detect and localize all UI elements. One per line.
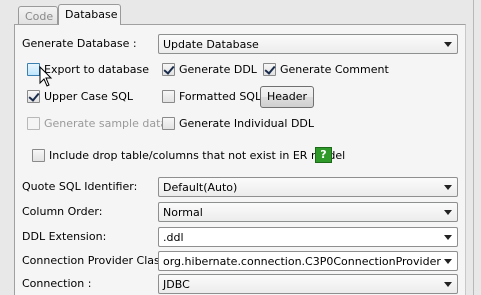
window-edge [473, 0, 474, 295]
generate-individual-ddl-label[interactable]: Generate Individual DDL [179, 117, 314, 131]
connection-label: Connection : [22, 277, 92, 290]
database-settings-window: Code Database Generate Database : Update… [0, 0, 481, 295]
ddl-extension-label: DDL Extension: [22, 230, 107, 243]
connection-provider-class-value[interactable]: org.hibernate.connection.C3P0ConnectionP… [163, 255, 441, 268]
connection-value: JDBC [163, 278, 190, 291]
generate-sample-data-checkbox [27, 117, 40, 130]
generate-ddl-label[interactable]: Generate DDL [179, 63, 257, 77]
header-button[interactable]: Header [260, 86, 314, 108]
generate-comment-checkbox[interactable] [263, 63, 276, 76]
generate-ddl-checkbox[interactable] [162, 63, 175, 76]
connection-provider-class-combo[interactable]: org.hibernate.connection.C3P0ConnectionP… [158, 251, 458, 271]
column-order-select[interactable]: Normal [158, 202, 458, 222]
generate-database-label: Generate Database : [22, 37, 137, 50]
column-order-label: Column Order: [22, 205, 103, 218]
help-question-icon[interactable]: ? [315, 147, 332, 163]
generate-comment-label[interactable]: Generate Comment [280, 63, 389, 77]
ddl-extension-combo[interactable]: .ddl [158, 227, 458, 247]
chevron-down-icon [444, 282, 452, 287]
quote-sql-identifier-select[interactable]: Default(Auto) [158, 177, 458, 197]
quote-sql-identifier-label: Quote SQL Identifier: [22, 180, 138, 193]
export-to-database-label[interactable]: Export to database [44, 63, 149, 77]
column-order-value: Normal [163, 206, 203, 219]
formatted-sql-checkbox[interactable] [162, 90, 175, 103]
ddl-extension-value[interactable]: .ddl [163, 231, 184, 244]
chevron-down-icon [444, 210, 452, 215]
chevron-down-icon [444, 42, 452, 47]
formatted-sql-label[interactable]: Formatted SQL [179, 90, 261, 104]
upper-case-sql-checkbox[interactable] [27, 90, 40, 103]
upper-case-sql-label[interactable]: Upper Case SQL [44, 90, 133, 104]
generate-individual-ddl-checkbox[interactable] [162, 117, 175, 130]
include-drop-table-checkbox[interactable] [32, 149, 45, 162]
chevron-down-icon [444, 185, 452, 190]
generate-sample-data-label: Generate sample data [44, 117, 168, 130]
generate-database-select[interactable]: Update Database [158, 34, 458, 54]
connection-select[interactable]: JDBC [158, 274, 458, 294]
quote-sql-identifier-value: Default(Auto) [163, 181, 238, 194]
tab-database[interactable]: Database [58, 4, 121, 25]
generate-database-value: Update Database [163, 38, 259, 51]
connection-provider-class-label: Connection Provider Class: [22, 254, 170, 267]
tab-code[interactable]: Code [18, 6, 58, 24]
include-drop-table-label[interactable]: Include drop table/columns that not exis… [49, 149, 345, 163]
mouse-pointer-icon [39, 66, 53, 87]
chevron-down-icon[interactable] [444, 259, 452, 264]
chevron-down-icon[interactable] [444, 235, 452, 240]
